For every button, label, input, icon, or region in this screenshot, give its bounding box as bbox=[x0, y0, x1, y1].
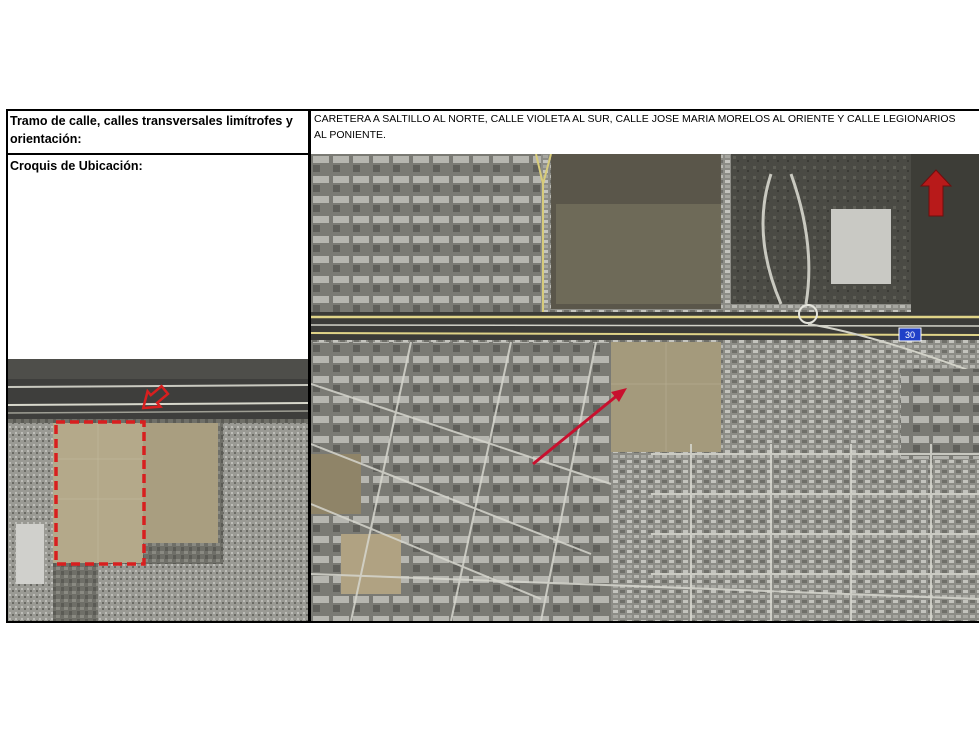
highway-shield-number: 30 bbox=[905, 330, 915, 340]
table-bottom-border bbox=[6, 621, 979, 623]
detail-satellite-map bbox=[8, 359, 308, 621]
location-sketch-label: Croquis de Ubicación: bbox=[10, 159, 143, 173]
overview-satellite-map: 30 bbox=[311, 154, 979, 621]
location-table: Tramo de calle, calles transversales lim… bbox=[6, 109, 979, 623]
street-section-label: Tramo de calle, calles transversales lim… bbox=[10, 114, 293, 146]
street-section-value: CARETERA A SALTILLO AL NORTE, CALLE VIOL… bbox=[314, 113, 956, 141]
table-row-divider bbox=[6, 153, 308, 155]
